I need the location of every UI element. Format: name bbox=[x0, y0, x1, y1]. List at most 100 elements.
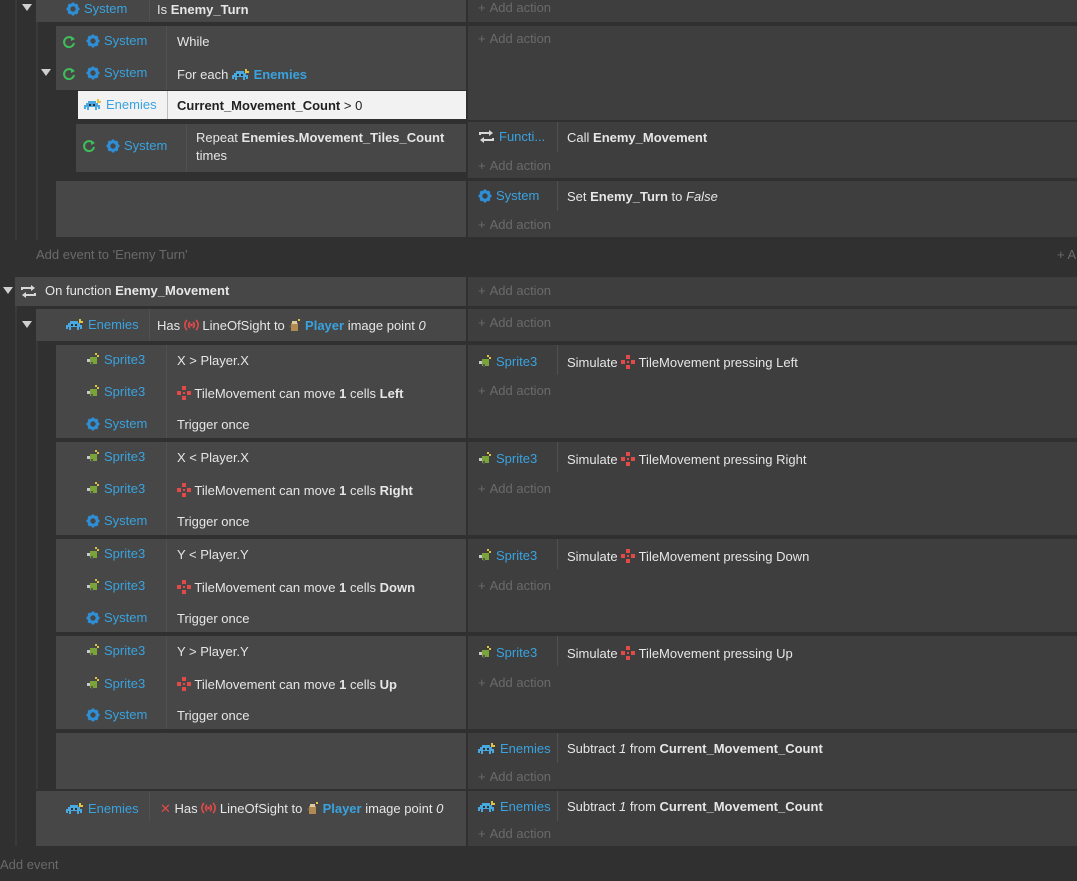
action-text: Subtract 1 from Current_Movement_Count bbox=[567, 799, 823, 814]
collapse-toggle[interactable] bbox=[22, 4, 32, 11]
tile-movement-icon bbox=[621, 452, 636, 466]
condition-text: Has LineOfSight to Player image point 0 bbox=[157, 318, 426, 333]
condition-text: X < Player.X bbox=[177, 450, 249, 465]
invert-x-icon: ✕ bbox=[160, 801, 171, 816]
add-action-link[interactable]: + Add action bbox=[478, 826, 551, 841]
event-condition-row[interactable]: System Is Enemy_Turn bbox=[36, 0, 466, 22]
divider bbox=[557, 442, 558, 472]
divider bbox=[166, 636, 167, 729]
condition-text: Y < Player.Y bbox=[177, 547, 249, 562]
system-object[interactable]: System bbox=[86, 707, 147, 722]
divider bbox=[167, 91, 168, 119]
condition-text: Current_Movement_Count > 0 bbox=[177, 98, 363, 113]
function-icon bbox=[479, 129, 494, 144]
system-object[interactable]: System bbox=[86, 416, 147, 431]
action-text: Subtract 1 from Current_Movement_Count bbox=[567, 741, 823, 756]
divider bbox=[166, 442, 167, 535]
sprite3-object[interactable]: Sprite3 bbox=[478, 548, 537, 563]
sprite3-object[interactable]: Sprite3 bbox=[478, 645, 537, 660]
system-object[interactable]: System bbox=[478, 188, 539, 203]
enemies-object[interactable]: Enemies bbox=[478, 799, 551, 814]
sprite3-object[interactable]: Sprite3 bbox=[86, 352, 145, 367]
gutter-line bbox=[36, 341, 38, 789]
sprite-icon bbox=[87, 677, 99, 689]
empty-condition-block[interactable] bbox=[56, 733, 466, 789]
enemies-object[interactable]: Enemies bbox=[478, 741, 551, 756]
condition-text: Trigger once bbox=[177, 514, 250, 529]
action-area: Sprite3 Simulate TileMovement pressing D… bbox=[468, 539, 1077, 632]
add-action-link[interactable]: + Add action bbox=[478, 217, 551, 232]
sub-event-conditions[interactable]: Sprite3 Y < Player.Y Sprite3 TileMovemen… bbox=[56, 539, 466, 632]
tile-movement-icon bbox=[621, 549, 636, 563]
function-object[interactable]: Functi... bbox=[478, 129, 545, 144]
sub-event-conditions[interactable]: Sprite3 X < Player.X Sprite3 TileMovemen… bbox=[56, 442, 466, 535]
action-area: Enemies Subtract 1 from Current_Movement… bbox=[468, 733, 1077, 789]
line-of-sight-icon bbox=[183, 319, 199, 331]
action-area: + Add action bbox=[468, 26, 1077, 120]
for-each-text: For each Enemies bbox=[177, 67, 308, 82]
add-action-link[interactable]: + Add action bbox=[478, 383, 551, 398]
event-condition-row[interactable]: Enemies ✕ Has LineOfSight to Player imag… bbox=[36, 791, 466, 846]
gear-icon bbox=[86, 707, 100, 722]
add-action-edge-link[interactable]: + A bbox=[1057, 247, 1076, 262]
add-action-link[interactable]: + Add action bbox=[478, 769, 551, 784]
divider bbox=[557, 181, 558, 211]
system-object[interactable]: System bbox=[106, 138, 167, 153]
add-action-link[interactable]: + Add action bbox=[478, 31, 551, 46]
action-area: Functi... Call Enemy_Movement + Add actio… bbox=[468, 122, 1077, 178]
function-icon bbox=[21, 284, 36, 299]
add-action-link[interactable]: + Add action bbox=[478, 315, 551, 330]
empty-condition-block[interactable] bbox=[56, 181, 466, 237]
condition-text: ✕ Has LineOfSight to Player image point … bbox=[160, 801, 444, 816]
collapse-toggle[interactable] bbox=[41, 69, 51, 76]
function-header[interactable]: On function Enemy_Movement bbox=[15, 277, 466, 306]
system-object[interactable]: System bbox=[86, 610, 147, 625]
enemies-object[interactable]: Enemies bbox=[66, 317, 139, 332]
sprite3-object[interactable]: Sprite3 bbox=[86, 578, 145, 593]
sprite3-object[interactable]: Sprite3 bbox=[478, 451, 537, 466]
collapse-toggle[interactable] bbox=[22, 321, 32, 328]
sprite3-object[interactable]: Sprite3 bbox=[86, 676, 145, 691]
condition-text: Trigger once bbox=[177, 417, 250, 432]
add-action-link[interactable]: + Add action bbox=[478, 283, 551, 298]
sprite3-object[interactable]: Sprite3 bbox=[86, 546, 145, 561]
divider bbox=[557, 733, 558, 763]
system-object[interactable]: System bbox=[86, 33, 147, 48]
add-action-link[interactable]: + Add action bbox=[478, 675, 551, 690]
collapse-toggle[interactable] bbox=[3, 287, 13, 294]
tile-movement-icon bbox=[621, 646, 636, 660]
divider bbox=[557, 122, 558, 152]
system-object[interactable]: System bbox=[66, 1, 127, 16]
add-action-link[interactable]: + Add action bbox=[478, 578, 551, 593]
add-action-link[interactable]: + Add action bbox=[478, 158, 551, 173]
add-action-link[interactable]: + Add action bbox=[478, 0, 551, 15]
sub-event-conditions[interactable]: Sprite3 X > Player.X Sprite3 TileMovemen… bbox=[56, 345, 466, 438]
sub-event-conditions[interactable]: Sprite3 Y > Player.Y Sprite3 TileMovemen… bbox=[56, 636, 466, 729]
event-condition-row[interactable]: System Repeat Enemies.Movement_Tiles_Cou… bbox=[76, 124, 466, 172]
system-object[interactable]: System bbox=[86, 65, 147, 80]
sprite-icon bbox=[87, 579, 99, 591]
sprite3-object[interactable]: Sprite3 bbox=[86, 643, 145, 658]
gutter-line bbox=[36, 22, 38, 240]
sprite3-object[interactable]: Sprite3 bbox=[86, 481, 145, 496]
sprite3-object[interactable]: Sprite3 bbox=[86, 384, 145, 399]
condition-text: Y > Player.Y bbox=[177, 644, 249, 659]
loop-icon bbox=[63, 67, 76, 81]
loop-icon bbox=[83, 139, 96, 153]
add-event-link[interactable]: Add event bbox=[0, 857, 59, 872]
sprite3-object[interactable]: Sprite3 bbox=[478, 354, 537, 369]
event-condition-block[interactable]: System While System For each Enemies bbox=[56, 26, 466, 90]
event-condition-row[interactable]: Enemies Has LineOfSight to Player image … bbox=[36, 309, 466, 341]
gear-icon bbox=[86, 416, 100, 431]
selected-condition-row[interactable]: Enemies Current_Movement_Count > 0 bbox=[78, 91, 466, 119]
add-action-link[interactable]: + Add action bbox=[478, 481, 551, 496]
action-text: Simulate TileMovement pressing Left bbox=[567, 355, 798, 370]
sprite3-object[interactable]: Sprite3 bbox=[86, 449, 145, 464]
add-event-to-group-link[interactable]: Add event to 'Enemy Turn' bbox=[36, 247, 188, 262]
divider bbox=[557, 636, 558, 666]
plus-icon: + bbox=[478, 31, 486, 46]
system-object[interactable]: System bbox=[86, 513, 147, 528]
enemies-object[interactable]: Enemies bbox=[66, 801, 139, 816]
invader-icon bbox=[66, 802, 83, 814]
enemies-object[interactable]: Enemies bbox=[84, 97, 157, 112]
